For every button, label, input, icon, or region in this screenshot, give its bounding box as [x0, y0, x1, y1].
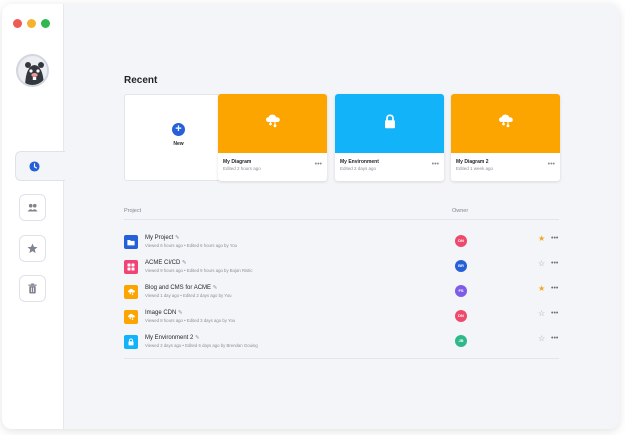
owner-avatar: DN: [455, 310, 467, 322]
card-title: My Diagram: [223, 159, 252, 165]
table-row[interactable]: Blog and CMS for ACME ✎ Viewed 1 day ago …: [124, 283, 559, 301]
card-subtitle: Edited 1 week ago: [456, 166, 494, 171]
project-meta: Viewed 6 hours ago • Edited 6 hours ago …: [145, 243, 237, 248]
card-thumbnail: [451, 94, 560, 153]
card-menu-button[interactable]: •••: [548, 161, 555, 168]
project-column-header: Project: [124, 208, 142, 214]
beaver-avatar-icon: [18, 56, 47, 85]
card-title: My Diagram 2: [456, 159, 489, 165]
nav-recent[interactable]: [15, 151, 65, 181]
pencil-icon[interactable]: ✎: [178, 310, 183, 316]
project-meta: Viewed 9 hours ago • Edited 9 hours ago …: [145, 268, 253, 273]
maximize-window-button[interactable]: [41, 19, 50, 28]
sidebar: [2, 4, 65, 429]
recent-card[interactable]: My Diagram 2 Edited 1 week ago •••: [451, 94, 560, 181]
card-subtitle: Edited 2 hours ago: [223, 166, 261, 171]
new-project-card[interactable]: + New: [124, 94, 233, 181]
close-window-button[interactable]: [13, 19, 22, 28]
pencil-icon[interactable]: ✎: [195, 335, 200, 341]
nav-starred[interactable]: [19, 235, 46, 262]
owner-avatar: JB: [455, 335, 467, 347]
star-outline-icon[interactable]: ☆: [538, 310, 545, 318]
star-outline-icon[interactable]: ☆: [538, 260, 545, 268]
minimize-window-button[interactable]: [27, 19, 36, 28]
lock-icon: [384, 113, 396, 134]
project-name[interactable]: Image CDN: [145, 310, 176, 316]
table-row[interactable]: ACME CI/CD ✎ Viewed 9 hours ago • Edited …: [124, 258, 559, 276]
recent-heading: Recent: [124, 75, 158, 86]
table-row[interactable]: Image CDN ✎ Viewed 8 hours ago • Edited 3…: [124, 308, 559, 326]
project-meta: Viewed 8 hours ago • Edited 3 days ago b…: [145, 318, 236, 323]
pencil-icon[interactable]: ✎: [182, 260, 187, 266]
project-name[interactable]: Blog and CMS for ACME: [145, 285, 211, 291]
users-icon: [27, 203, 38, 212]
row-menu-button[interactable]: •••: [551, 335, 558, 342]
pencil-icon[interactable]: ✎: [213, 285, 218, 291]
user-avatar[interactable]: [16, 54, 49, 87]
owner-avatar: BR: [455, 260, 467, 272]
owner-avatar: FS: [455, 285, 467, 297]
project-type-icon: [124, 310, 138, 324]
cloud-icon: [264, 113, 282, 134]
clock-icon: [29, 160, 40, 172]
card-title: My Environment: [340, 159, 379, 165]
row-menu-button[interactable]: •••: [551, 260, 558, 267]
star-icon: [27, 243, 38, 254]
table-row[interactable]: My Project ✎ Viewed 6 hours ago • Edited …: [124, 233, 559, 251]
project-type-icon: [124, 335, 138, 349]
row-menu-button[interactable]: •••: [551, 310, 558, 317]
trash-icon: [28, 283, 37, 294]
new-label: New: [173, 141, 184, 147]
project-meta: Viewed 1 day ago • Edited 2 days ago by …: [145, 293, 232, 298]
card-thumbnail: [218, 94, 327, 153]
app-window: Recent + New My Diagram Edited 2 hours ag…: [2, 4, 619, 429]
card-subtitle: Edited 2 days ago: [340, 166, 377, 171]
main-content: Recent + New My Diagram Edited 2 hours ag…: [64, 4, 619, 429]
project-type-icon: [124, 235, 138, 249]
project-meta: Viewed 2 days ago • Edited 6 days ago by…: [145, 343, 258, 348]
cloud-icon: [127, 308, 136, 326]
table-header-divider: [124, 219, 559, 220]
row-menu-button[interactable]: •••: [551, 235, 558, 242]
lock-icon: [128, 333, 134, 351]
plus-icon: +: [172, 123, 185, 136]
owner-avatar: DN: [455, 235, 467, 247]
nav-trash[interactable]: [19, 275, 46, 302]
project-name[interactable]: My Project: [145, 235, 173, 241]
table-bottom-divider: [124, 358, 559, 359]
window-controls: [13, 19, 50, 28]
recent-card[interactable]: My Diagram Edited 2 hours ago •••: [218, 94, 327, 181]
grid-icon: [127, 258, 135, 276]
nav-shared[interactable]: [19, 194, 46, 221]
folder-icon: [127, 233, 135, 251]
table-row[interactable]: My Environment 2 ✎ Viewed 2 days ago • Ed…: [124, 333, 559, 351]
card-menu-button[interactable]: •••: [432, 161, 439, 168]
star-filled-icon[interactable]: ★: [538, 235, 545, 243]
row-menu-button[interactable]: •••: [551, 285, 558, 292]
project-name[interactable]: ACME CI/CD: [145, 260, 180, 266]
pencil-icon[interactable]: ✎: [175, 235, 180, 241]
card-menu-button[interactable]: •••: [315, 161, 322, 168]
recent-card[interactable]: My Environment Edited 2 days ago •••: [335, 94, 444, 181]
cloud-icon: [127, 283, 136, 301]
star-filled-icon[interactable]: ★: [538, 285, 545, 293]
project-name[interactable]: My Environment 2: [145, 335, 193, 341]
project-type-icon: [124, 260, 138, 274]
cloud-icon: [497, 113, 515, 134]
star-outline-icon[interactable]: ☆: [538, 335, 545, 343]
card-thumbnail: [335, 94, 444, 153]
project-type-icon: [124, 285, 138, 299]
owner-column-header: Owner: [452, 208, 469, 214]
